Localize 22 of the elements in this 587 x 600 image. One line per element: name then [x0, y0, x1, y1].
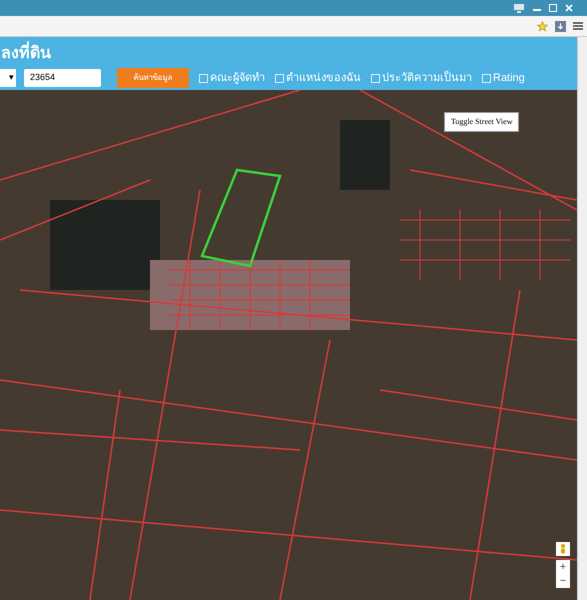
street-view-toggle[interactable]: Toggle Street View — [444, 112, 520, 132]
checkbox-label: คณะผู้จัดทำ — [210, 70, 265, 86]
checkbox[interactable] — [371, 74, 380, 82]
checkbox[interactable] — [199, 74, 208, 82]
checkbox-label: ตำแหน่งของฉัน — [286, 70, 361, 86]
close-icon[interactable] — [565, 4, 573, 12]
dropdown[interactable]: ▾ — [0, 69, 16, 87]
zoom-in-button[interactable]: + — [556, 560, 570, 574]
checkbox-label: ประวัติความเป็นมา — [382, 70, 472, 86]
zoom-out-button[interactable]: − — [556, 574, 570, 588]
map-view[interactable]: Toggle Street View + − — [0, 90, 577, 600]
scrollbar[interactable] — [577, 37, 587, 600]
checkbox[interactable] — [275, 74, 284, 82]
parcel-number-field[interactable]: 23654 — [24, 69, 101, 87]
menu-icon[interactable] — [573, 21, 583, 31]
checkbox[interactable] — [482, 74, 491, 82]
checkbox-label: Rating — [493, 70, 525, 86]
maximize-icon[interactable] — [549, 4, 557, 12]
download-icon[interactable] — [555, 20, 566, 32]
star-icon[interactable] — [537, 20, 548, 32]
monitor-icon — [513, 4, 525, 12]
pegman-icon[interactable] — [556, 542, 570, 556]
